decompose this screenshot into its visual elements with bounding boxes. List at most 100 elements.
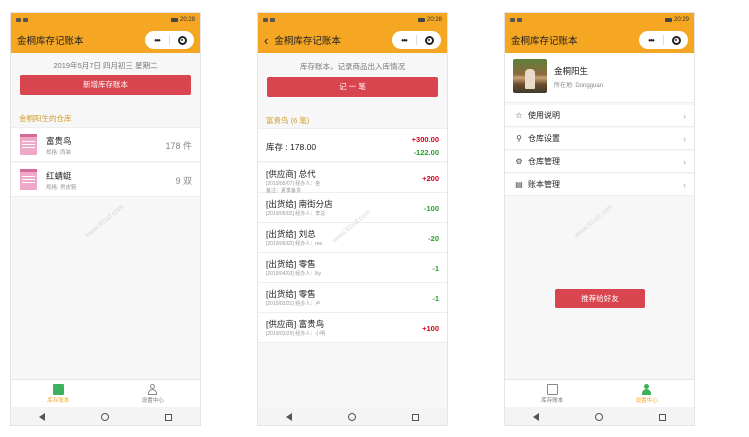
tab-bar: 库存账本 设置中心 xyxy=(11,379,200,407)
page-title: 金桐库存记账本 xyxy=(274,36,341,47)
record-row[interactable]: [出货给] 零售 [2019/03/31] 经办人：卢 -1 xyxy=(258,283,447,313)
tab-settings[interactable]: 设置中心 xyxy=(106,380,201,407)
record-row[interactable]: [出货给] 零售 [2019/04/03] 经办人：lily -1 xyxy=(258,253,447,283)
tab-label: 库存账本 xyxy=(541,397,564,404)
system-nav-bar xyxy=(505,407,694,425)
wifi-icon xyxy=(517,18,522,22)
close-miniprogram-button[interactable] xyxy=(417,35,441,45)
close-miniprogram-button[interactable] xyxy=(170,35,194,45)
record-row[interactable]: [出货给] 南街分店 [2019/05/02] 经办人：李总 -100 xyxy=(258,193,447,223)
nav-home-icon[interactable] xyxy=(595,413,603,421)
wifi-icon xyxy=(23,18,28,22)
item-qty: 178 件 xyxy=(165,141,192,151)
tab-label: 设置中心 xyxy=(635,397,658,404)
share-button[interactable]: 推荐给好友 xyxy=(555,289,645,308)
record-meta: [2019/03/31] 经办人：卢 xyxy=(266,301,321,307)
target-icon xyxy=(177,35,187,45)
gear-icon: ⚙ xyxy=(515,156,523,166)
record-meta: [2019/05/07] 经办人：金 xyxy=(266,181,321,187)
profile-location: 所在地: Dongguan xyxy=(554,83,604,89)
nav-home-icon[interactable] xyxy=(101,413,109,421)
ledger-icon: ▤ xyxy=(515,179,523,189)
record-meta: [2019/03/29] 经办人：小明 xyxy=(266,331,326,337)
main-content: 2019年5月7日 四月初三 星期二 新增库存账本 金桐阳生的仓库 富贵鸟 规格… xyxy=(11,53,200,419)
nav-home-icon[interactable] xyxy=(348,413,356,421)
user-icon xyxy=(147,383,158,395)
tab-ledger[interactable]: 库存账本 xyxy=(11,380,106,407)
section-heading: 富贵鸟 (6 笔) xyxy=(266,116,310,125)
tab-bar: 库存账本 设置中心 xyxy=(505,379,694,407)
menu-item-warehouse-settings[interactable]: ⚲ 仓库设置 › xyxy=(505,128,694,150)
book-icon xyxy=(546,383,558,395)
item-qty: 9 双 xyxy=(175,176,192,186)
status-bar: 20:28 xyxy=(11,13,200,27)
back-chevron-icon[interactable]: ‹ xyxy=(264,34,268,47)
record-qty: +200 xyxy=(422,174,439,183)
menu-item-ledger-manage[interactable]: ▤ 账本管理 › xyxy=(505,174,694,196)
signal-icon xyxy=(16,18,21,22)
page-title: 金桐库存记账本 xyxy=(511,36,578,47)
target-icon xyxy=(671,35,681,45)
record-meta: [2019/05/02] 经办人：me xyxy=(266,241,323,247)
nav-recent-icon[interactable] xyxy=(165,413,172,421)
record-entry-button[interactable]: 记 一 笔 xyxy=(267,77,438,97)
menu-label: 使用说明 xyxy=(528,111,560,120)
record-row[interactable]: [供应商] 富贵鸟 [2019/03/29] 经办人：小明 +100 xyxy=(258,313,447,343)
list-item[interactable]: 富贵鸟 规格: 西装 178 件 xyxy=(11,128,200,162)
status-time: 20:28 xyxy=(426,17,442,23)
title-bar: 金桐库存记账本 ••• xyxy=(505,27,694,53)
record-qty: -20 xyxy=(428,234,439,243)
add-ledger-button[interactable]: 新增库存账本 xyxy=(20,75,191,95)
menu-item-warehouse-manage[interactable]: ⚙ 仓库管理 › xyxy=(505,151,694,173)
record-title: [供应商] 总代 xyxy=(266,169,316,179)
record-qty: -1 xyxy=(432,264,439,273)
notebook-icon xyxy=(20,134,37,155)
nav-recent-icon[interactable] xyxy=(659,413,666,421)
status-bar: 20:29 xyxy=(505,13,694,27)
record-title: [供应商] 富贵鸟 xyxy=(266,319,325,329)
page-title: 金桐库存记账本 xyxy=(17,36,84,47)
record-qty: +100 xyxy=(422,324,439,333)
chevron-right-icon: › xyxy=(683,156,686,167)
nav-back-icon[interactable] xyxy=(39,413,45,421)
list-item[interactable]: 红蜻蜓 规格: 男皮鞋 9 双 xyxy=(11,163,200,197)
tab-label: 设置中心 xyxy=(141,397,164,404)
star-icon: ☆ xyxy=(515,110,523,120)
battery-icon xyxy=(170,18,178,22)
profile-name: 金桐阳生 xyxy=(554,66,589,76)
stock-label: 库存 : 178.00 xyxy=(266,142,317,152)
battery-icon xyxy=(417,18,425,22)
chevron-right-icon: › xyxy=(683,110,686,121)
stock-summary: 库存 : 178.00 +300.00 -122.00 xyxy=(258,128,447,162)
screen-ledger-detail: 20:28 ‹ 金桐库存记账本 ••• 库存账本，记录商品出入库情况 记 一 笔… xyxy=(257,12,448,426)
status-time: 20:29 xyxy=(673,17,689,23)
section-heading: 金桐阳生的仓库 xyxy=(19,114,72,123)
tab-settings[interactable]: 设置中心 xyxy=(600,380,695,407)
menu-label: 账本管理 xyxy=(528,180,560,189)
intro-text: 库存账本，记录商品出入库情况 xyxy=(300,62,405,71)
system-nav-bar xyxy=(258,407,447,425)
more-menu-button[interactable]: ••• xyxy=(639,36,663,45)
screen-warehouse-list: 20:28 金桐库存记账本 ••• 2019年5月7日 四月初三 星期二 新增库… xyxy=(10,12,201,426)
miniprogram-capsule: ••• xyxy=(145,31,194,49)
signal-icon xyxy=(510,18,515,22)
record-title: [出货给] 零售 xyxy=(266,289,316,299)
record-meta: [2019/05/02] 经办人：李总 xyxy=(266,211,326,217)
nav-back-icon[interactable] xyxy=(533,413,539,421)
watermark: www.91ud.com xyxy=(84,203,126,240)
tab-ledger[interactable]: 库存账本 xyxy=(505,380,600,407)
menu-label: 仓库设置 xyxy=(528,134,560,143)
profile-card: 金桐阳生 所在地: Dongguan xyxy=(505,53,694,103)
close-miniprogram-button[interactable] xyxy=(664,35,688,45)
record-title: [出货给] 南街分店 xyxy=(266,199,333,209)
nav-back-icon[interactable] xyxy=(286,413,292,421)
menu-label: 仓库管理 xyxy=(528,157,560,166)
menu-item-help[interactable]: ☆ 使用说明 › xyxy=(505,105,694,127)
more-menu-button[interactable]: ••• xyxy=(145,36,169,45)
book-icon xyxy=(52,381,64,395)
more-menu-button[interactable]: ••• xyxy=(392,36,416,45)
record-row[interactable]: [供应商] 总代 [2019/05/07] 经办人：金 备注：夏季备货 +200 xyxy=(258,163,447,194)
nav-recent-icon[interactable] xyxy=(412,413,419,421)
signal-icon xyxy=(263,18,268,22)
battery-icon xyxy=(664,18,672,22)
